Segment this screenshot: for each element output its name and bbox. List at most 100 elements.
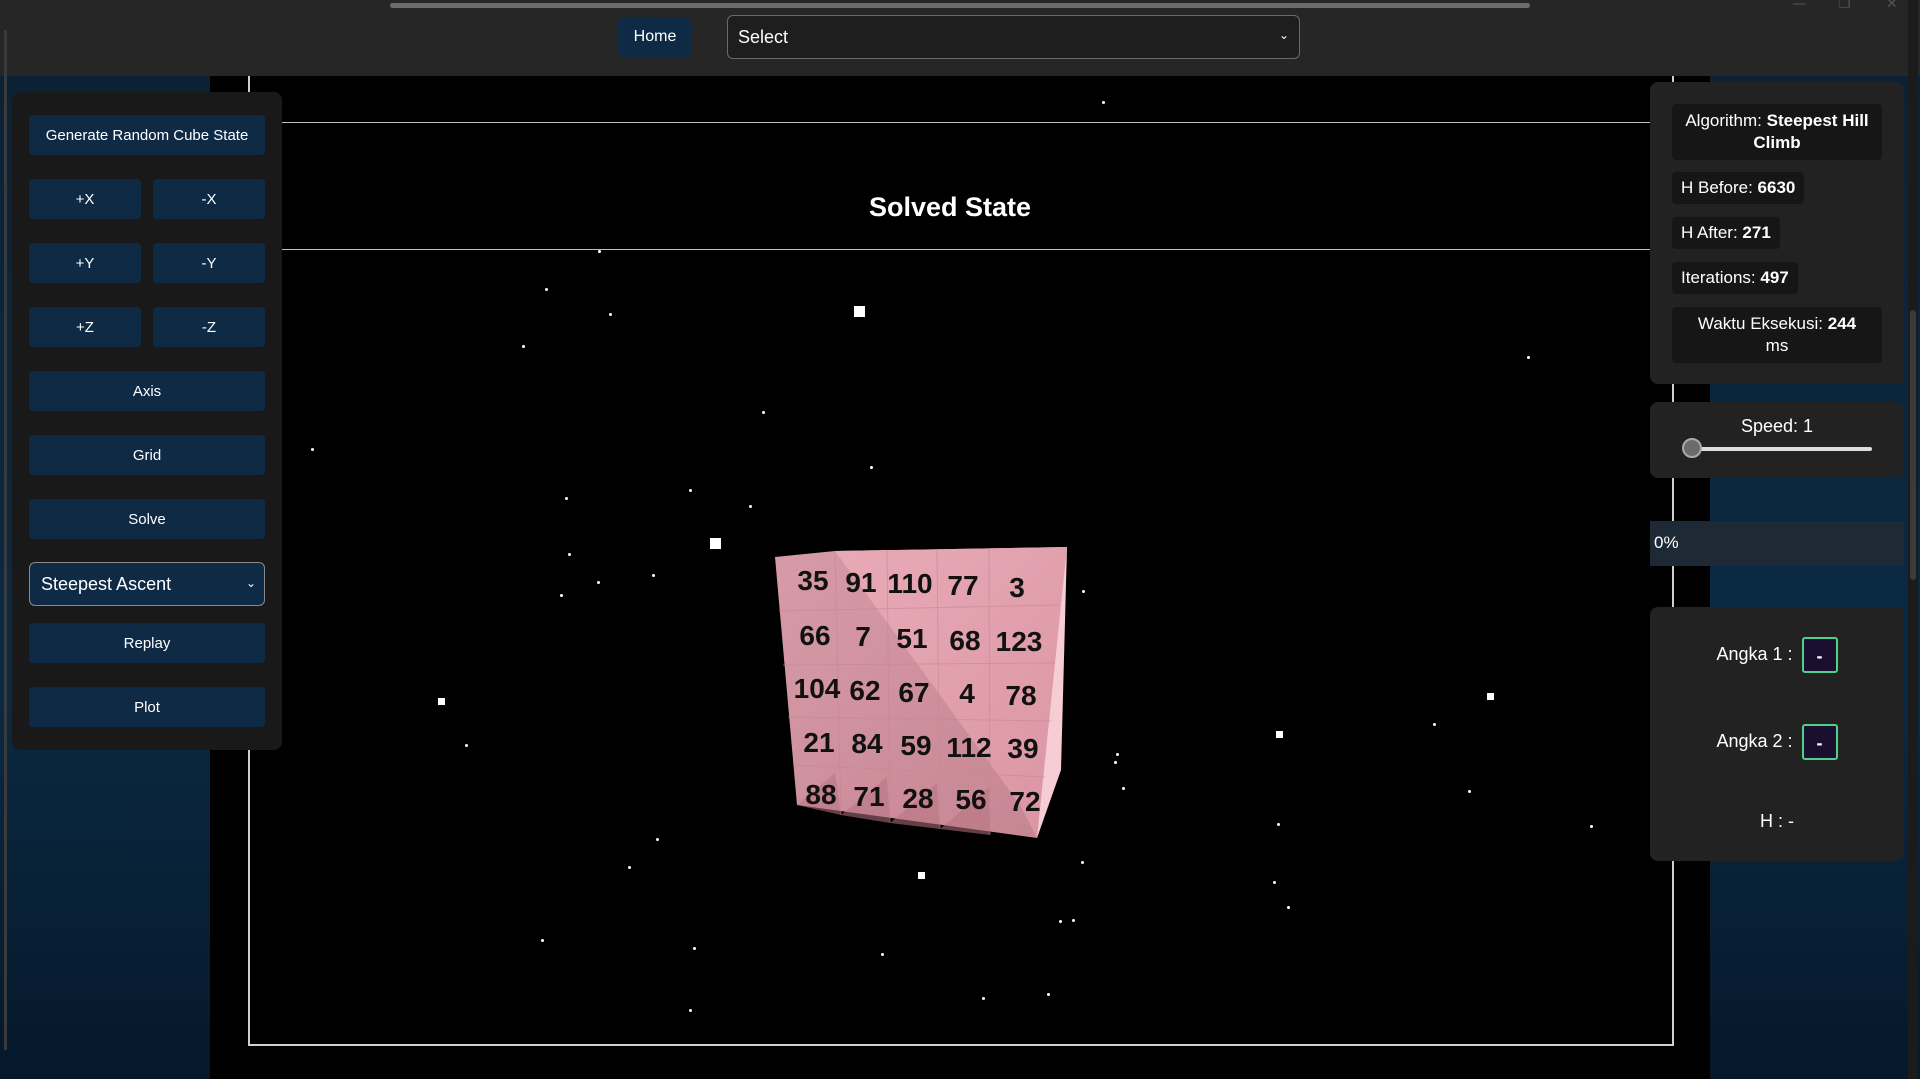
cube-cell-number: 28	[902, 782, 934, 814]
generate-random-button[interactable]: Generate Random Cube State	[29, 115, 265, 155]
speed-label: Speed: 1	[1740, 416, 1814, 436]
star	[311, 448, 314, 451]
angka1-label: Angka 1 :	[1716, 643, 1793, 664]
close-icon[interactable]: ✕	[1886, 0, 1898, 12]
star	[541, 939, 544, 942]
star	[597, 581, 600, 584]
cube-cell-number: 123	[995, 626, 1043, 658]
star	[560, 594, 563, 597]
cube-cell-number: 110	[887, 568, 933, 600]
star	[465, 744, 468, 747]
home-button[interactable]: Home	[618, 17, 692, 57]
star	[749, 505, 752, 508]
algorithm-value: Steepest Hill Climb	[1753, 111, 1869, 152]
star	[609, 313, 612, 316]
angka2-row: Angka 2 : -	[1650, 724, 1904, 760]
star	[1059, 920, 1062, 923]
cube-cell-number: 88	[805, 779, 837, 811]
iterations-info: Iterations: 497	[1672, 262, 1798, 294]
star	[545, 288, 548, 291]
h-before-label: H Before:	[1681, 178, 1753, 197]
plot-button[interactable]: Plot	[29, 687, 265, 727]
speed-card: Speed: 1	[1650, 402, 1904, 478]
rotate-plus-y-button[interactable]: +Y	[29, 243, 141, 283]
scene-title: Solved State	[868, 192, 1032, 222]
chevron-down-icon: ⌄	[1278, 28, 1289, 42]
cube-cell-number: 72	[1009, 786, 1041, 817]
cube-cell-number: 78	[1005, 679, 1037, 711]
magic-cube[interactable]: 35 91 110 77 3 66 7 51 68 123 104 62 67 4 78 21 84 59 112 3…	[775, 545, 1067, 840]
cube-cell-number: 71	[853, 781, 885, 813]
replay-button[interactable]: Replay	[29, 623, 265, 663]
cube-cell-number: 59	[900, 730, 932, 762]
angka2-label: Angka 2 :	[1716, 730, 1793, 751]
star	[1527, 356, 1530, 359]
cube-cell-number: 91	[845, 566, 877, 598]
star	[689, 489, 692, 492]
star	[565, 497, 568, 500]
star	[1102, 101, 1105, 104]
top-bar: — ❐ ✕ Home Select ⌄	[0, 0, 1920, 76]
angka2-value[interactable]: -	[1801, 724, 1838, 760]
star	[1082, 590, 1085, 593]
time-info: Waktu Eksekusi: 244 ms	[1672, 307, 1882, 363]
star	[1047, 993, 1050, 996]
rotate-minus-z-button[interactable]: -Z	[153, 307, 265, 347]
h-after-value: 271	[1742, 223, 1771, 242]
star	[854, 306, 865, 317]
algorithm-label: Algorithm:	[1685, 111, 1762, 130]
star	[1487, 693, 1494, 700]
iterations-value: 497	[1760, 268, 1789, 287]
h-after-label: H After:	[1681, 223, 1738, 242]
h-before-info: H Before: 6630	[1672, 172, 1805, 204]
rotate-minus-y-button[interactable]: -Y	[153, 243, 265, 283]
star	[656, 838, 659, 841]
star	[438, 698, 445, 705]
rotate-plus-z-button[interactable]: +Z	[29, 307, 141, 347]
grid-button[interactable]: Grid	[29, 435, 265, 475]
algorithm-select[interactable]: Steepest Ascent ⌄	[29, 562, 265, 606]
cube-cell-number: 104	[793, 673, 841, 705]
angka1-row: Angka 1 : -	[1650, 637, 1904, 673]
time-value: 244	[1827, 314, 1857, 333]
star	[1287, 906, 1290, 909]
iterations-label: Iterations:	[1681, 268, 1756, 287]
star	[710, 538, 721, 549]
minimize-icon[interactable]: —	[1792, 0, 1806, 12]
star	[1122, 787, 1125, 790]
scrollbar-thumb[interactable]	[1910, 310, 1916, 580]
star	[1433, 723, 1436, 726]
cube-cell-number: 77	[947, 569, 979, 601]
h-after-info: H After: 271	[1672, 217, 1780, 249]
angka1-value[interactable]: -	[1801, 637, 1838, 673]
top-select-value: Select	[738, 26, 789, 47]
cube-cell-number: 51	[896, 622, 928, 654]
speed-slider-handle[interactable]	[1682, 438, 1702, 458]
top-select-dropdown[interactable]: Select ⌄	[727, 15, 1300, 59]
star	[693, 947, 696, 950]
top-scroll-indicator	[390, 3, 1530, 8]
star	[870, 466, 873, 469]
left-window-edge	[4, 30, 7, 1050]
chevron-down-icon: ⌄	[245, 576, 256, 590]
cube-cell-number: 4	[959, 678, 975, 710]
star	[1116, 753, 1119, 756]
swap-compare-card: Angka 1 : - Angka 2 : - H : -	[1650, 607, 1904, 861]
axis-button[interactable]: Axis	[29, 371, 265, 411]
algorithm-select-value: Steepest Ascent	[41, 573, 172, 594]
cube-cell-number: 112	[946, 731, 992, 763]
rotate-minus-x-button[interactable]: -X	[153, 179, 265, 219]
maximize-icon[interactable]: ❐	[1838, 0, 1851, 12]
star	[1277, 823, 1280, 826]
star	[1590, 825, 1593, 828]
speed-slider-track[interactable]	[1692, 447, 1872, 451]
window-scrollbar[interactable]	[1908, 0, 1918, 1079]
cube-cell-number: 84	[851, 728, 883, 760]
rotate-plus-x-button[interactable]: +X	[29, 179, 141, 219]
solve-button[interactable]: Solve	[29, 499, 265, 539]
star	[568, 553, 571, 556]
cube-cell-number: 68	[949, 624, 981, 656]
cube-cell-number: 7	[855, 621, 871, 653]
solve-progress-bar: 0%	[1650, 521, 1904, 566]
star	[1276, 731, 1283, 738]
